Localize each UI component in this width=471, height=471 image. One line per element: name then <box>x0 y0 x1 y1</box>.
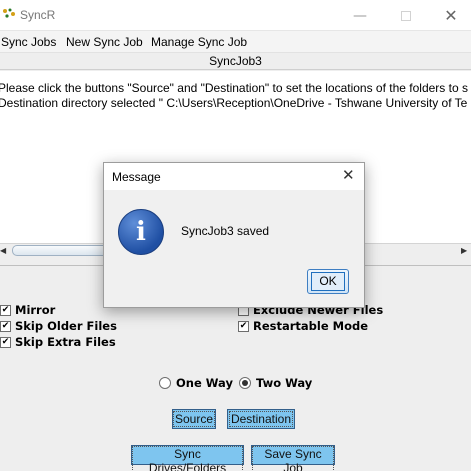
window-title: SyncR <box>20 8 56 22</box>
app-logo-icon <box>3 8 15 18</box>
log-line: Please click the buttons "Source" and "D… <box>0 81 468 95</box>
source-button[interactable]: Source <box>172 409 216 429</box>
two-way-radio[interactable]: Two Way <box>239 376 312 390</box>
skip-extra-files-checkbox[interactable]: ✔ Skip Extra Files <box>0 335 116 349</box>
restartable-mode-checkbox[interactable]: ✔ Restartable Mode <box>238 319 368 333</box>
maximize-icon <box>401 10 411 21</box>
dialog-message: SyncJob3 saved <box>181 224 270 238</box>
dialog-titlebar: Message ✕ <box>104 163 364 190</box>
checkbox-box: ✔ <box>0 336 11 348</box>
checkbox-box: ✔ <box>0 320 11 332</box>
radio-dot <box>159 377 171 389</box>
checkbox-box: ✔ <box>238 320 249 332</box>
message-dialog: Message ✕ i SyncJob3 saved OK <box>103 162 365 308</box>
ok-button[interactable]: OK <box>307 269 349 294</box>
maximize-button[interactable] <box>386 0 426 31</box>
log-line: Destination directory selected " C:\User… <box>0 96 468 110</box>
minimize-button[interactable]: — <box>340 0 380 31</box>
menu-sync-jobs[interactable]: Sync Jobs <box>1 35 56 49</box>
dialog-title: Message <box>112 170 161 184</box>
one-way-radio[interactable]: One Way <box>159 376 233 390</box>
menu-manage-sync-job[interactable]: Manage Sync Job <box>151 35 247 49</box>
job-name-header: SyncJob3 <box>0 52 471 70</box>
close-button[interactable]: ✕ <box>431 0 471 31</box>
save-sync-job-button[interactable]: Save Sync Job <box>251 445 335 471</box>
destination-button[interactable]: Destination <box>227 409 295 429</box>
window-titlebar: SyncR — ✕ <box>0 0 471 31</box>
sync-drives-folders-button[interactable]: Sync Drives/Folders <box>131 445 244 471</box>
radio-dot-selected <box>239 377 251 389</box>
skip-older-files-checkbox[interactable]: ✔ Skip Older Files <box>0 319 117 333</box>
mirror-checkbox[interactable]: ✔ Mirror <box>0 303 55 317</box>
scroll-left-icon[interactable]: ◀ <box>0 246 6 255</box>
menu-bar: Sync Jobs New Sync Job Manage Sync Job <box>0 31 471 52</box>
dialog-close-icon[interactable]: ✕ <box>342 166 355 184</box>
info-icon: i <box>118 209 164 255</box>
checkbox-box: ✔ <box>0 304 11 316</box>
minimize-icon: — <box>353 7 367 24</box>
close-icon: ✕ <box>444 6 458 25</box>
menu-new-sync-job[interactable]: New Sync Job <box>66 35 143 49</box>
scroll-right-icon[interactable]: ▶ <box>461 246 467 255</box>
